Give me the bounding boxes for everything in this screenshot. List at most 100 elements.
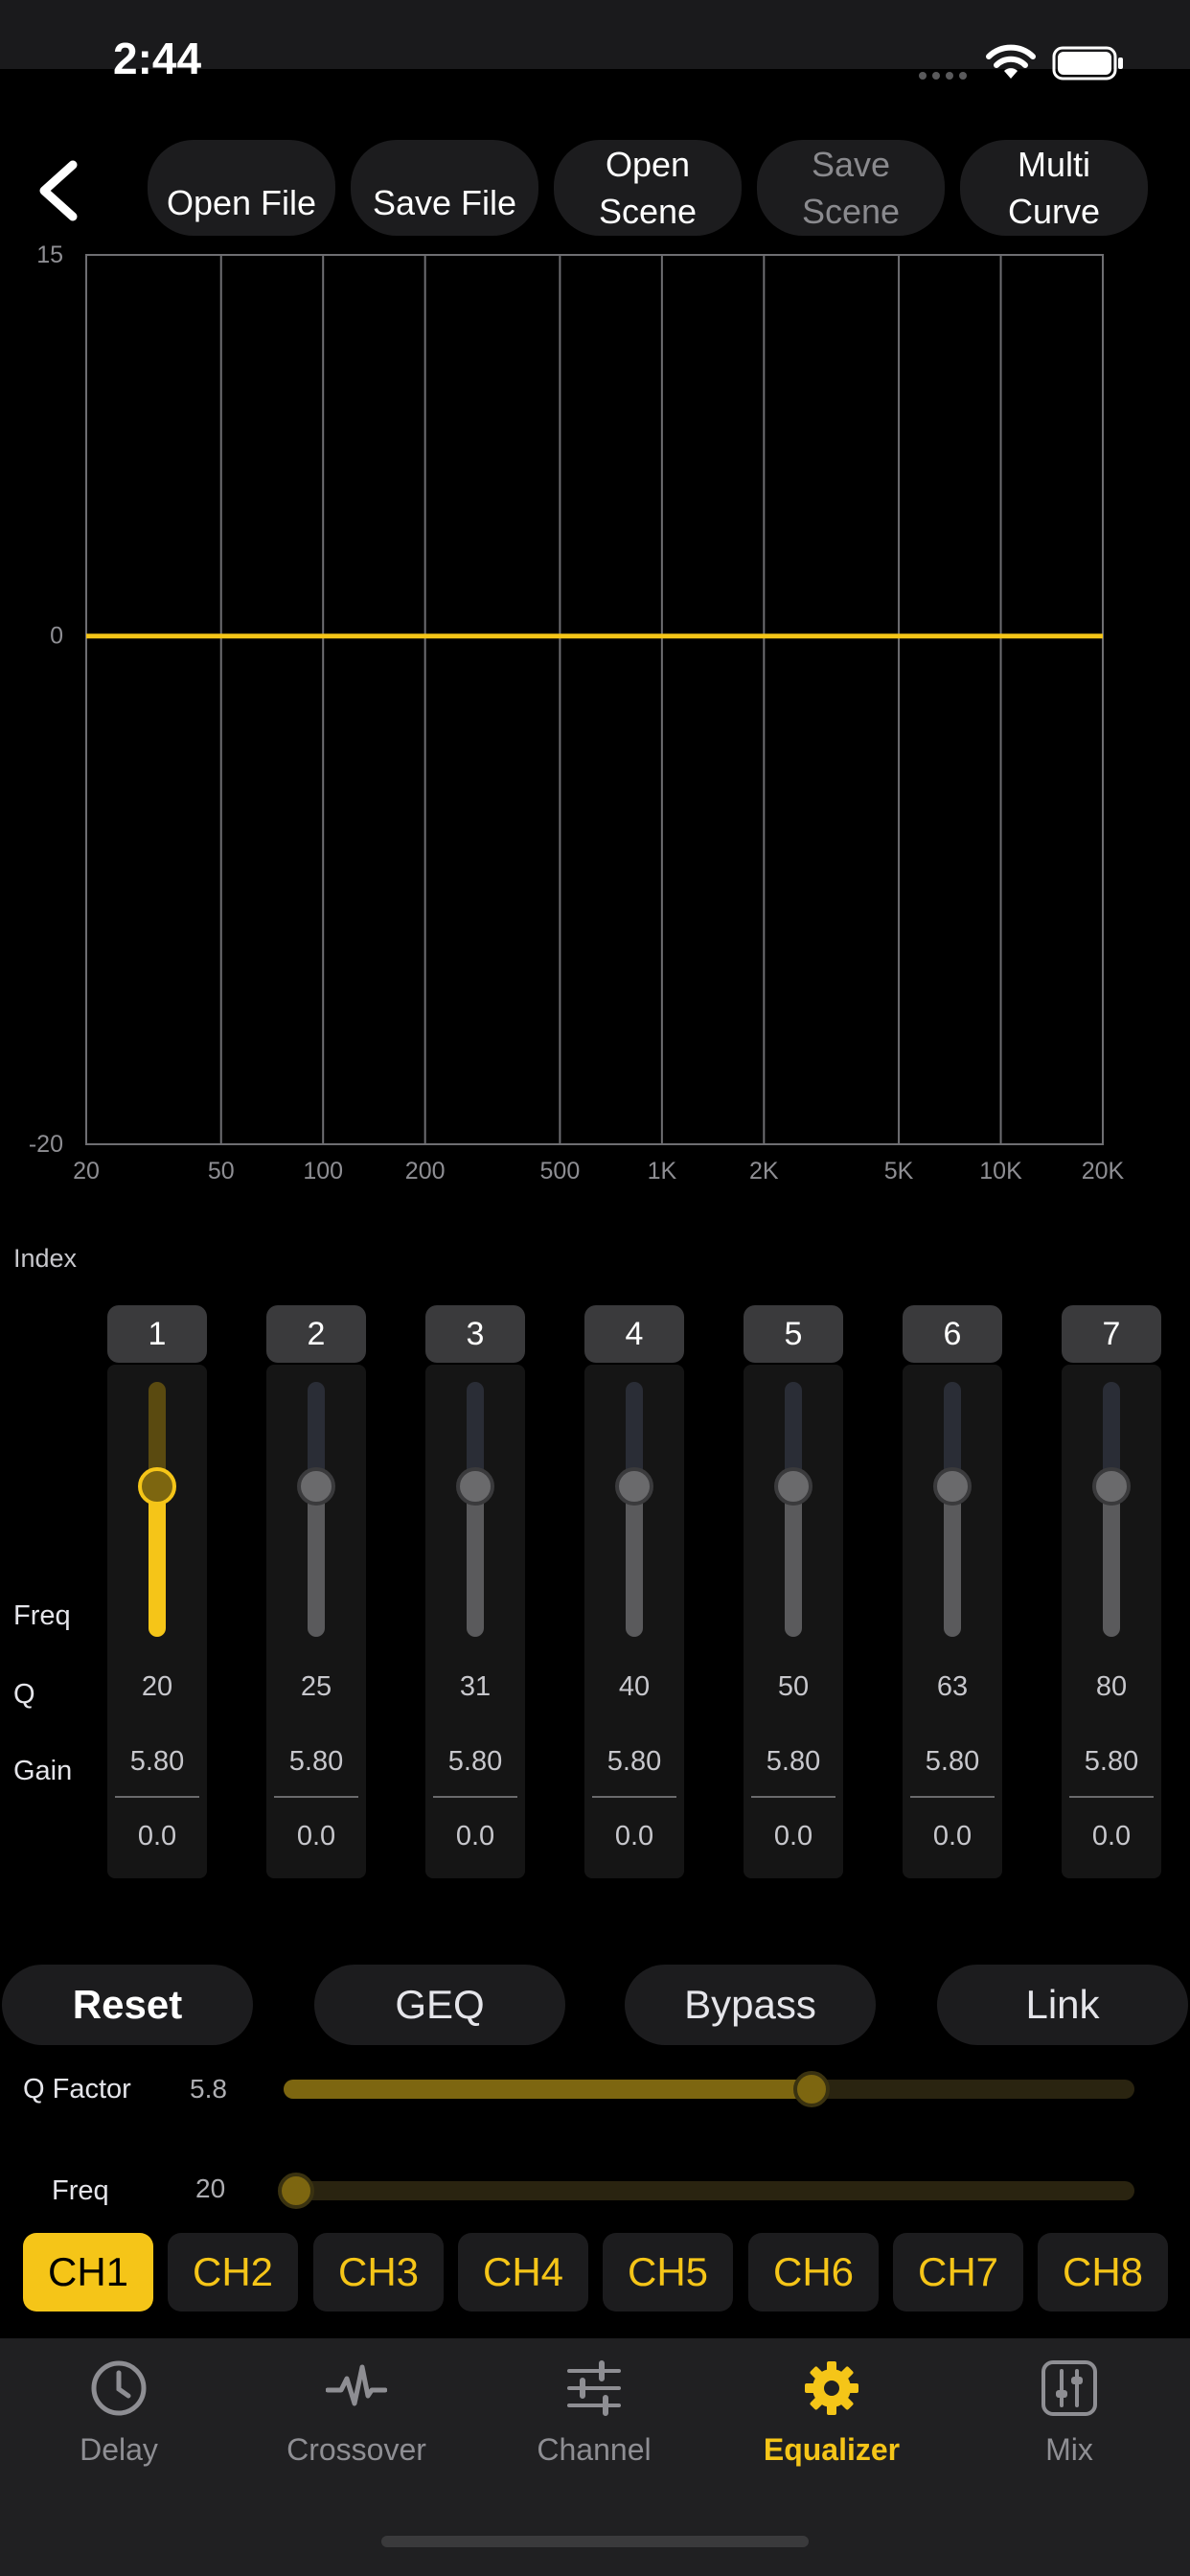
- band-slider-handle[interactable]: [456, 1467, 494, 1506]
- channel-ch8-button[interactable]: CH8: [1038, 2233, 1168, 2312]
- x-tick-label: 100: [303, 1158, 343, 1184]
- band-gain-value[interactable]: 0.0: [744, 1821, 843, 1852]
- band-index-badge[interactable]: 6: [903, 1305, 1002, 1363]
- bypass-button[interactable]: Bypass: [625, 1965, 876, 2045]
- open-file-button[interactable]: Open File: [148, 140, 335, 236]
- band-q-value[interactable]: 5.80: [1062, 1746, 1161, 1778]
- channel-ch1-button[interactable]: CH1: [23, 2233, 153, 2312]
- band-freq-value[interactable]: 80: [1062, 1671, 1161, 1703]
- band-freq-value[interactable]: 25: [266, 1671, 366, 1703]
- band-slider-track-lower[interactable]: [785, 1486, 802, 1637]
- clock-icon: [91, 2360, 147, 2416]
- tab-delay-label: Delay: [80, 2432, 158, 2467]
- band-slider-handle[interactable]: [297, 1467, 335, 1506]
- sliders-icon: [567, 2360, 621, 2416]
- gain-row-label: Gain: [13, 1756, 73, 1786]
- tab-channel-label: Channel: [537, 2432, 652, 2467]
- band-q-value[interactable]: 5.80: [266, 1746, 366, 1778]
- band-slider-track-lower[interactable]: [1103, 1486, 1120, 1637]
- link-button[interactable]: Link: [937, 1965, 1188, 2045]
- band-slider-handle[interactable]: [138, 1467, 176, 1506]
- band-gain-value[interactable]: 0.0: [107, 1821, 207, 1852]
- channel-ch4-button[interactable]: CH4: [458, 2233, 588, 2312]
- band-index-badge[interactable]: 7: [1062, 1305, 1161, 1363]
- status-time: 2:44: [113, 34, 202, 83]
- y-tick-label: 0: [50, 623, 63, 650]
- tab-mix[interactable]: Mix: [973, 2358, 1165, 2472]
- tab-crossover[interactable]: Crossover: [261, 2358, 452, 2472]
- x-tick-label: 10K: [979, 1158, 1022, 1184]
- band-slider-track-lower[interactable]: [944, 1486, 961, 1637]
- band-slider-handle[interactable]: [615, 1467, 653, 1506]
- band-slider-handle[interactable]: [933, 1467, 972, 1506]
- x-tick-label: 20K: [1082, 1158, 1125, 1184]
- x-tick-label: 500: [540, 1158, 581, 1184]
- geq-button[interactable]: GEQ: [314, 1965, 565, 2045]
- y-tick-label: 15: [36, 242, 63, 268]
- mixer-icon: [1041, 2360, 1097, 2416]
- reset-button[interactable]: Reset: [2, 1965, 253, 2045]
- band-slider-track-lower[interactable]: [149, 1486, 166, 1637]
- tab-equalizer-label: Equalizer: [763, 2432, 901, 2467]
- band-slider-track-lower[interactable]: [308, 1486, 325, 1637]
- save-scene-button[interactable]: Save Scene: [757, 140, 945, 236]
- battery-icon: [1052, 46, 1123, 80]
- tab-crossover-label: Crossover: [286, 2432, 426, 2467]
- band-value-divider: [433, 1796, 517, 1798]
- freq-label: Freq: [52, 2175, 109, 2206]
- channel-ch6-button[interactable]: CH6: [748, 2233, 879, 2312]
- band-slider-track-lower[interactable]: [626, 1486, 643, 1637]
- band-q-value[interactable]: 5.80: [425, 1746, 525, 1778]
- channel-ch3-button[interactable]: CH3: [313, 2233, 444, 2312]
- band-freq-value[interactable]: 20: [107, 1671, 207, 1703]
- band-q-value[interactable]: 5.80: [744, 1746, 843, 1778]
- band-index-badge[interactable]: 3: [425, 1305, 525, 1363]
- freq-slider-handle[interactable]: [278, 2173, 314, 2209]
- band-gain-value[interactable]: 0.0: [266, 1821, 366, 1852]
- channel-ch5-button[interactable]: CH5: [603, 2233, 733, 2312]
- band-freq-value[interactable]: 40: [584, 1671, 684, 1703]
- band-value-divider: [751, 1796, 835, 1798]
- band-q-value[interactable]: 5.80: [903, 1746, 1002, 1778]
- band-gain-value[interactable]: 0.0: [1062, 1821, 1161, 1852]
- band-value-divider: [115, 1796, 199, 1798]
- x-tick-label: 200: [405, 1158, 446, 1184]
- band-freq-value[interactable]: 50: [744, 1671, 843, 1703]
- tab-channel[interactable]: Channel: [498, 2358, 690, 2472]
- freq-slider-track[interactable]: [284, 2181, 1134, 2200]
- band-q-value[interactable]: 5.80: [584, 1746, 684, 1778]
- x-tick-label: 2K: [749, 1158, 779, 1184]
- eq-curve-chart[interactable]: 20 50 100 200 500 1K 2K 5K 10K 20K 15 0 -20: [0, 230, 1190, 1188]
- band-slider-track-lower[interactable]: [467, 1486, 484, 1637]
- save-file-button[interactable]: Save File: [351, 140, 538, 236]
- band-value-divider: [1069, 1796, 1154, 1798]
- band-value-divider: [274, 1796, 358, 1798]
- channel-ch2-button[interactable]: CH2: [168, 2233, 298, 2312]
- freq-row-label: Freq: [13, 1600, 71, 1631]
- index-row-label: Index: [13, 1244, 78, 1273]
- multi-curve-button[interactable]: Multi Curve: [960, 140, 1148, 236]
- band-slider-handle[interactable]: [1092, 1467, 1131, 1506]
- band-slider-handle[interactable]: [774, 1467, 812, 1506]
- band-gain-value[interactable]: 0.0: [584, 1821, 684, 1852]
- back-chevron-icon[interactable]: [34, 159, 82, 222]
- home-indicator: [381, 2536, 809, 2547]
- band-freq-value[interactable]: 63: [903, 1671, 1002, 1703]
- q-factor-slider-handle[interactable]: [792, 2071, 830, 2107]
- band-gain-value[interactable]: 0.0: [903, 1821, 1002, 1852]
- q-factor-slider-fill: [284, 2080, 812, 2099]
- wifi-icon: [986, 44, 1036, 79]
- band-q-value[interactable]: 5.80: [107, 1746, 207, 1778]
- open-scene-button[interactable]: Open Scene: [554, 140, 742, 236]
- band-index-badge[interactable]: 5: [744, 1305, 843, 1363]
- band-index-badge[interactable]: 4: [584, 1305, 684, 1363]
- tab-equalizer[interactable]: Equalizer: [736, 2358, 927, 2472]
- band-index-badge[interactable]: 1: [107, 1305, 207, 1363]
- band-index-badge[interactable]: 2: [266, 1305, 366, 1363]
- q-row-label: Q: [13, 1679, 35, 1710]
- band-freq-value[interactable]: 31: [425, 1671, 525, 1703]
- channel-ch7-button[interactable]: CH7: [893, 2233, 1023, 2312]
- band-gain-value[interactable]: 0.0: [425, 1821, 525, 1852]
- band-value-divider: [592, 1796, 676, 1798]
- tab-delay[interactable]: Delay: [23, 2358, 215, 2472]
